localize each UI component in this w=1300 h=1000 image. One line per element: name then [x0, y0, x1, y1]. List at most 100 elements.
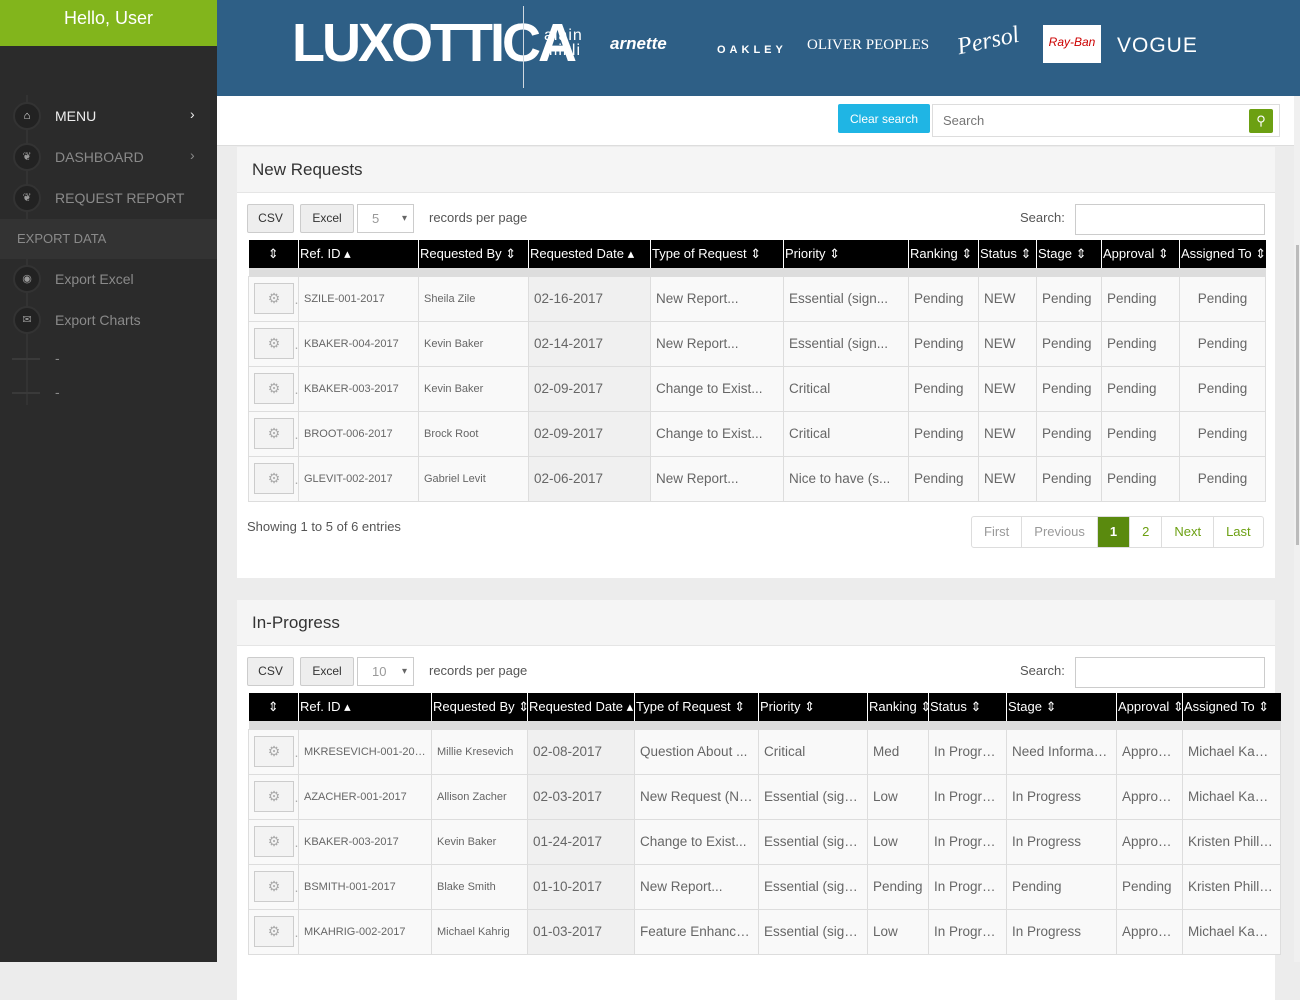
- gear-settings-icon[interactable]: ⚙: [254, 463, 294, 494]
- column-header[interactable]: ⇕: [248, 693, 299, 721]
- table-cell: 01-03-2017: [527, 908, 635, 955]
- column-header[interactable]: Ref. ID ▴: [298, 693, 432, 721]
- previous-page-button[interactable]: Previous: [1021, 517, 1097, 547]
- table-cell: NEW: [978, 320, 1037, 367]
- header-label: Stage: [1038, 246, 1072, 261]
- excel-button[interactable]: Excel: [300, 657, 354, 686]
- column-header[interactable]: Approval ⇕: [1116, 693, 1183, 721]
- table-row: ⚙ MKAHRIG-002-2017 Michael Kahrig 01-03-201…: [248, 908, 1281, 955]
- gear-settings-icon[interactable]: ⚙: [254, 916, 294, 947]
- column-header[interactable]: Type of Request ⇕: [650, 240, 784, 268]
- gear-settings-icon[interactable]: ⚙: [254, 283, 294, 314]
- table-cell: In Progress: [928, 728, 1007, 775]
- column-header[interactable]: Stage ⇕: [1036, 240, 1102, 268]
- table-cell: Essential (sign...: [758, 773, 868, 820]
- column-header[interactable]: Requested Date ▴: [528, 240, 651, 268]
- table-cell: BROOT-006-2017: [298, 410, 419, 457]
- page-2-button[interactable]: 2: [1129, 517, 1161, 547]
- column-header[interactable]: Stage ⇕: [1006, 693, 1117, 721]
- table-row: ⚙ GLEVIT-002-2017 Gabriel Levit 02-06-2017 N…: [248, 455, 1266, 502]
- table-cell: Michael Kahrig: [1182, 908, 1281, 955]
- table-cell: Pending: [908, 365, 979, 412]
- page-1-button[interactable]: 1: [1096, 517, 1130, 547]
- luxottica-logo: LUXOTTICA: [292, 13, 577, 73]
- table-search-input[interactable]: [1075, 657, 1265, 688]
- column-header[interactable]: Priority ⇕: [783, 240, 909, 268]
- table-cell: BSMITH-001-2017: [298, 863, 432, 910]
- panel-title: In-Progress: [237, 600, 1275, 646]
- gear-settings-icon[interactable]: ⚙: [254, 871, 294, 902]
- table-search-input[interactable]: [1075, 204, 1265, 235]
- column-header[interactable]: Status ⇕: [928, 693, 1007, 721]
- header-label: Stage: [1008, 699, 1042, 714]
- sidebar-item-dashboard[interactable]: ❦ DASHBOARD ›: [0, 137, 217, 177]
- new-requests-panel: New Requests CSV Excel 5 records per pag…: [237, 147, 1275, 578]
- search-icon[interactable]: ⚲: [1249, 109, 1273, 133]
- scrollbar-thumb[interactable]: [1296, 245, 1299, 545]
- column-header[interactable]: Requested Date ▴: [527, 693, 635, 721]
- column-header[interactable]: Assigned To ⇕: [1182, 693, 1281, 721]
- records-per-page-label: records per page: [429, 663, 528, 678]
- table-cell: GLEVIT-002-2017: [298, 455, 419, 502]
- column-header[interactable]: Type of Request ⇕: [634, 693, 759, 721]
- header-label: Ranking: [869, 699, 917, 714]
- header-label: Ref. ID: [300, 699, 341, 714]
- first-page-button[interactable]: First: [972, 517, 1021, 547]
- leaf-icon: ❦: [13, 184, 41, 212]
- table-cell: In Progress: [928, 773, 1007, 820]
- clear-search-button[interactable]: Clear search: [838, 104, 930, 133]
- table-cell: NEW: [978, 365, 1037, 412]
- column-header[interactable]: Priority ⇕: [758, 693, 868, 721]
- table-cell: SZILE-001-2017: [298, 275, 419, 322]
- csv-button[interactable]: CSV: [247, 657, 294, 686]
- records-per-page-select[interactable]: 10: [357, 657, 414, 686]
- table-cell: Kevin Baker: [418, 320, 529, 367]
- last-page-button[interactable]: Last: [1213, 517, 1263, 547]
- search-input[interactable]: [932, 104, 1280, 137]
- records-per-page-select[interactable]: 5: [357, 204, 414, 233]
- table-search-label: Search:: [1020, 210, 1065, 225]
- sidebar-item-blank[interactable]: -: [0, 372, 217, 412]
- home-icon: ⌂: [13, 102, 41, 130]
- sort-icon: ⇕: [800, 699, 815, 714]
- table-row: ⚙ BROOT-006-2017 Brock Root 02-09-2017 Chang…: [248, 410, 1266, 457]
- brand-banner: LUXOTTICA alain mikli arnette OAKLEY OLI…: [217, 0, 1300, 96]
- table-cell: Pending: [908, 455, 979, 502]
- table-cell: Sheila Zile: [418, 275, 529, 322]
- gear-settings-icon[interactable]: ⚙: [254, 826, 294, 857]
- column-header[interactable]: Ranking ⇕: [908, 240, 979, 268]
- arnette-logo: arnette: [610, 34, 667, 53]
- oliver-peoples-logo: OLIVER PEOPLES: [807, 37, 930, 53]
- column-header[interactable]: Requested By ⇕: [431, 693, 528, 721]
- next-page-button[interactable]: Next: [1161, 517, 1213, 547]
- header-label: Status: [980, 246, 1017, 261]
- records-per-page-label: records per page: [429, 210, 528, 225]
- table-cell: Pending: [908, 320, 979, 367]
- table-cell: Essential (sign...: [758, 908, 868, 955]
- column-header[interactable]: ⇕: [248, 240, 299, 268]
- chevron-right-icon: ›: [190, 106, 195, 122]
- column-header[interactable]: Ref. ID ▴: [298, 240, 419, 268]
- column-header[interactable]: Status ⇕: [978, 240, 1037, 268]
- gear-settings-icon[interactable]: ⚙: [254, 781, 294, 812]
- column-header[interactable]: Requested By ⇕: [418, 240, 529, 268]
- table-cell: Critical: [758, 728, 868, 775]
- sidebar-item-export-excel[interactable]: ◉ Export Excel: [0, 259, 217, 299]
- table-cell: Approved: [1116, 908, 1183, 955]
- column-header[interactable]: Ranking ⇕: [867, 693, 929, 721]
- sidebar-item-export-charts[interactable]: ✉ Export Charts: [0, 300, 217, 340]
- sidebar-item-menu[interactable]: ⌂ MENU ›: [0, 96, 217, 136]
- gear-settings-icon[interactable]: ⚙: [254, 736, 294, 767]
- table-cell: Kristen Phillips: [1182, 863, 1281, 910]
- table-cell: In Progress: [1006, 908, 1117, 955]
- table-cell: 02-14-2017: [528, 320, 651, 367]
- csv-button[interactable]: CSV: [247, 204, 294, 233]
- column-header[interactable]: Assigned To ⇕: [1179, 240, 1266, 268]
- excel-button[interactable]: Excel: [300, 204, 354, 233]
- gear-settings-icon[interactable]: ⚙: [254, 373, 294, 404]
- column-header[interactable]: Approval ⇕: [1101, 240, 1180, 268]
- gear-settings-icon[interactable]: ⚙: [254, 328, 294, 359]
- gear-settings-icon[interactable]: ⚙: [254, 418, 294, 449]
- sidebar-item-request-report[interactable]: ❦ REQUEST REPORT: [0, 178, 217, 218]
- table-cell: Pending: [1101, 410, 1180, 457]
